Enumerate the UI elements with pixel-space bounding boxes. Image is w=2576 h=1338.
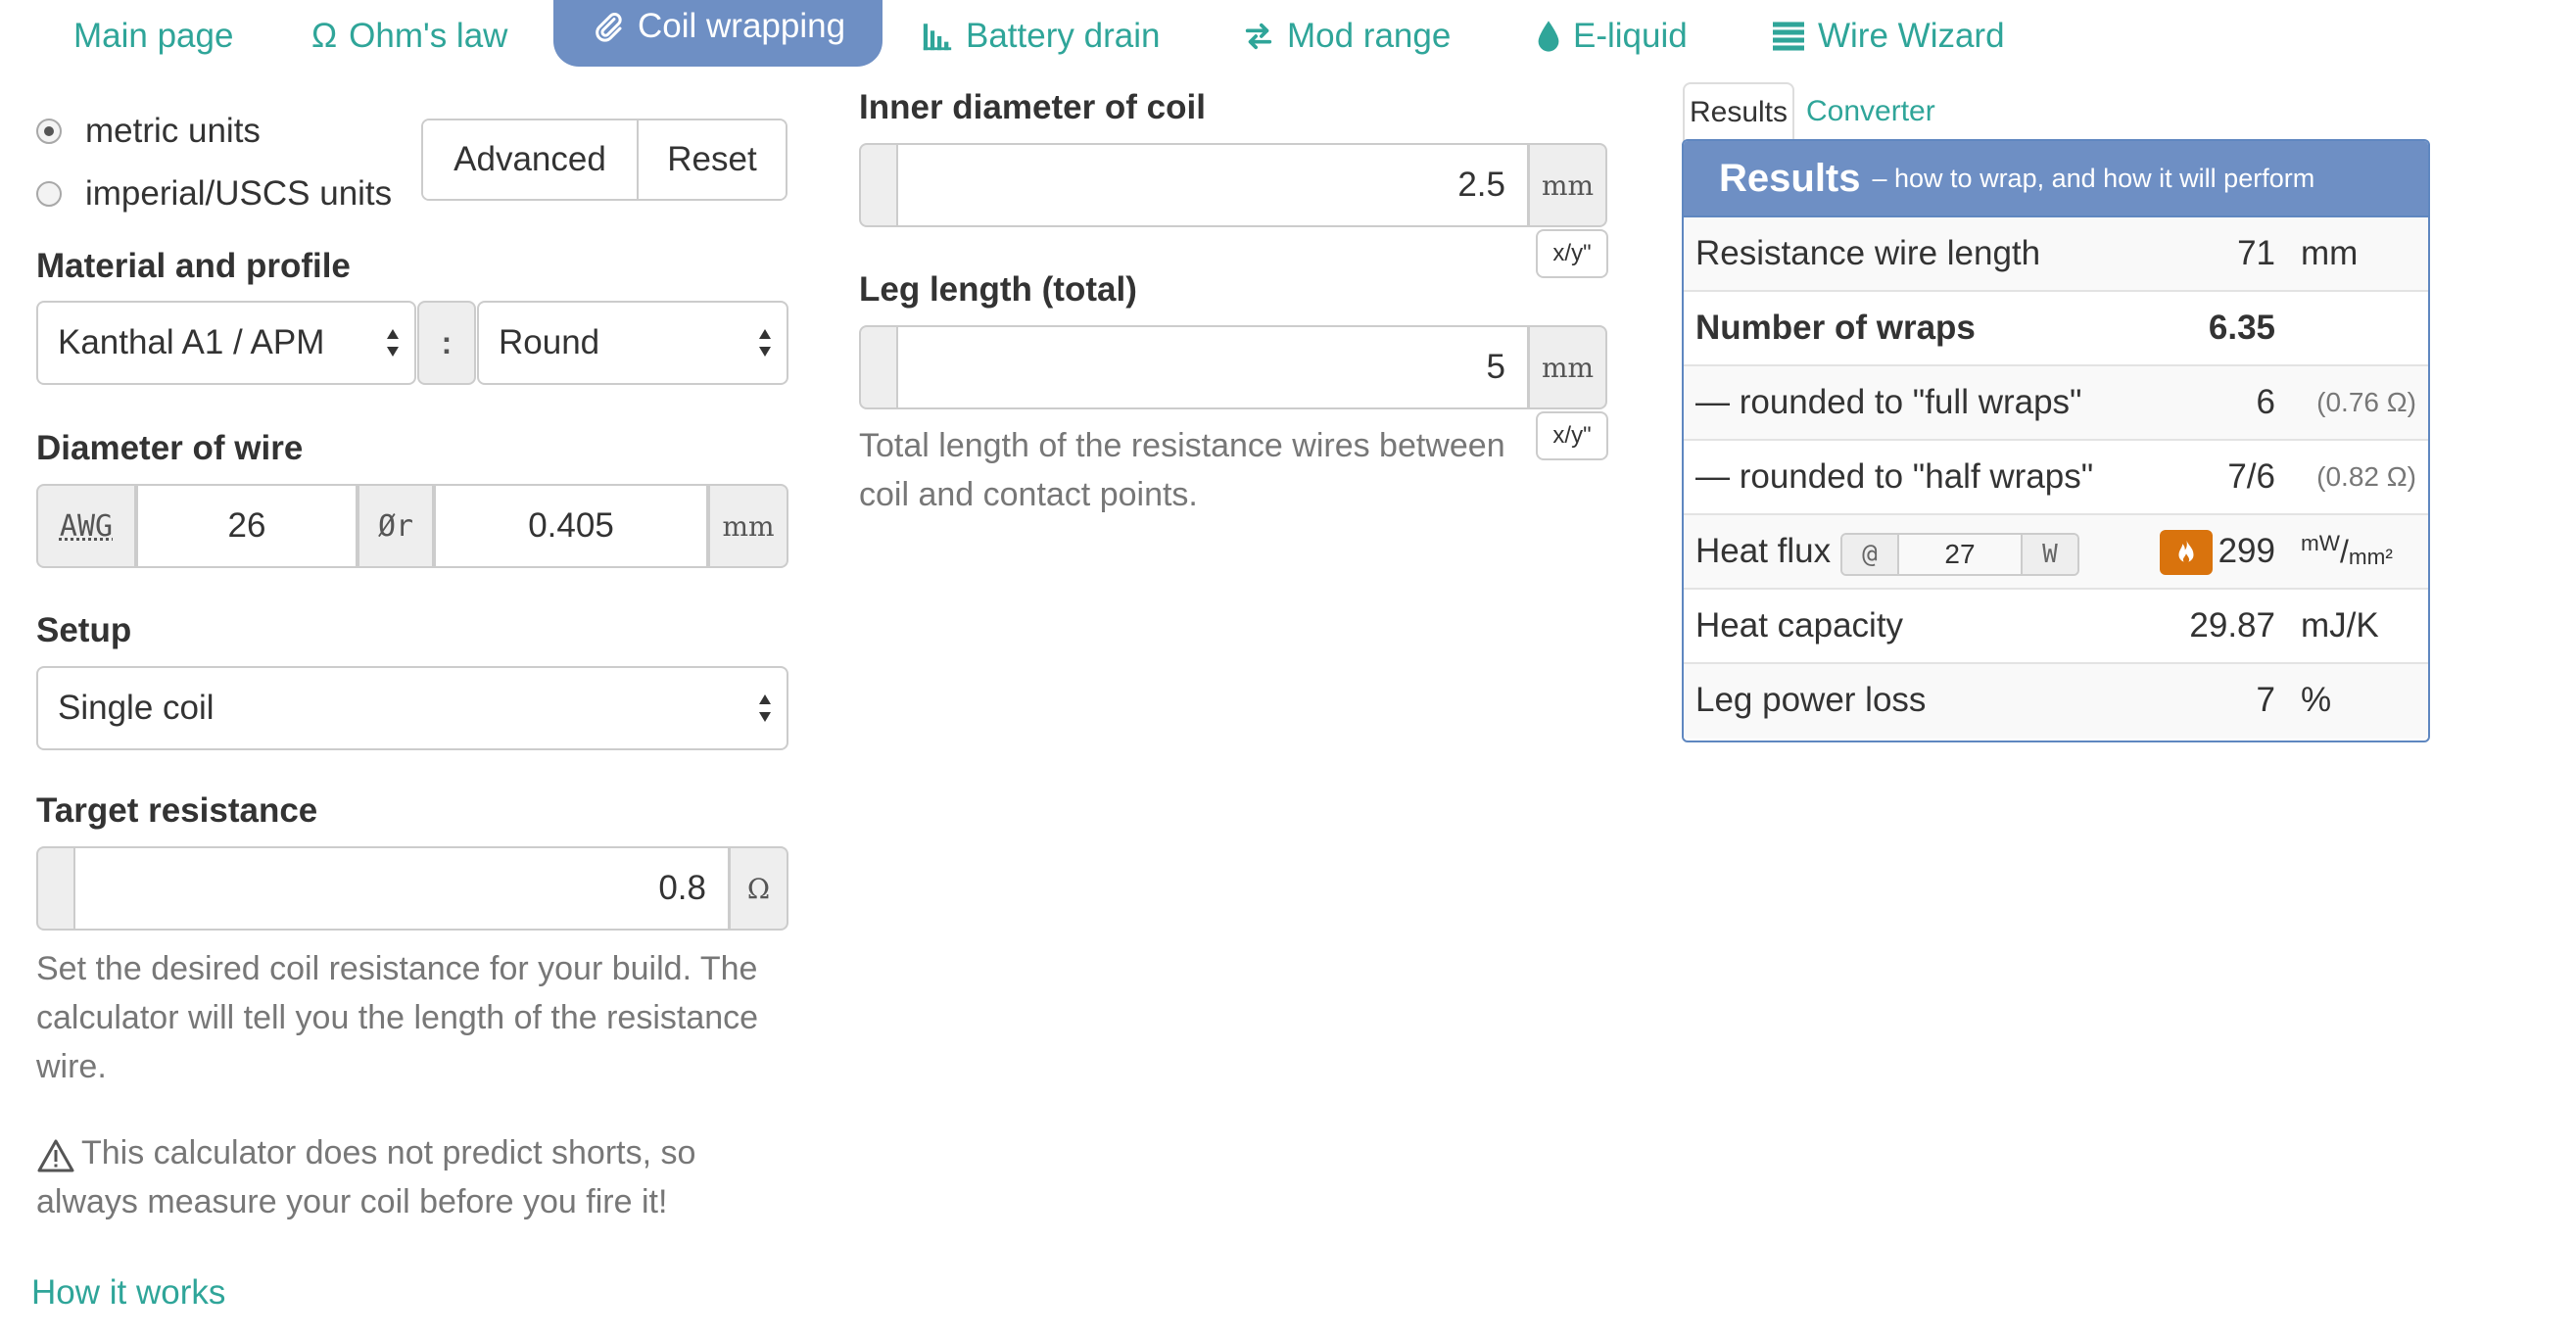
awg-addon: AWG — [36, 484, 136, 568]
paperclip-icon — [591, 9, 626, 44]
material-profile-separator: : — [417, 301, 476, 385]
result-row-heat-flux: Heat flux @ 27 W 299 mW / mm² — [1684, 515, 2428, 590]
leg-length-label: Leg length (total) — [859, 270, 1137, 309]
profile-select[interactable]: Round — [477, 301, 788, 385]
target-resistance-input[interactable]: 0.8 — [73, 846, 730, 931]
heat-flux-watts-group: @ 27 W — [1840, 533, 2079, 576]
heat-flux-watts-input[interactable]: 27 — [1897, 535, 2023, 574]
nav-ohms-law[interactable]: Ω Ohm's law — [311, 12, 507, 61]
at-addon: @ — [1842, 535, 1897, 574]
main-nav: Main page Ω Ohm's law Coil wrapping Batt… — [0, 0, 2576, 67]
setup-label: Setup — [36, 611, 132, 649]
nav-mod-range[interactable]: Mod range — [1242, 12, 1451, 61]
wire-diameter-mm-input[interactable]: 0.405 — [434, 484, 708, 568]
result-row-heat-capacity: Heat capacity 29.87 mJ/K — [1684, 590, 2428, 664]
how-it-works-link[interactable]: How it works — [31, 1273, 225, 1313]
heat-flux-unit: mW / mm² — [2301, 531, 2393, 569]
metric-radio[interactable] — [36, 119, 62, 144]
target-resistance-help: Set the desired coil resistance for your… — [36, 950, 759, 1085]
leg-length-unit: mm — [1528, 325, 1607, 409]
result-row-full-wraps: — rounded to "full wraps" 6 (0.76 Ω) — [1684, 366, 2428, 441]
list-icon — [1771, 21, 1806, 52]
swap-arrows-icon — [1242, 20, 1275, 53]
awg-input[interactable]: 26 — [136, 484, 358, 568]
diameter-symbol-addon: Ør — [358, 484, 434, 568]
setup-select[interactable]: Single coil — [36, 666, 788, 750]
inner-diameter-unit: mm — [1528, 143, 1607, 227]
material-select[interactable]: Kanthal A1 / APM — [36, 301, 416, 385]
imperial-radio[interactable] — [36, 181, 62, 207]
nav-wire-wizard[interactable]: Wire Wizard — [1771, 12, 2005, 61]
resistance-unit: Ω — [729, 846, 788, 931]
inner-diameter-input[interactable]: 2.5 — [896, 143, 1529, 227]
omega-icon: Ω — [311, 17, 338, 55]
leg-length-unit-toggle[interactable]: x/y" — [1536, 411, 1608, 460]
material-label: Material and profile — [36, 247, 351, 285]
result-row-half-wraps: — rounded to "half wraps" 7/6 (0.82 Ω) — [1684, 441, 2428, 515]
wire-diameter-unit: mm — [708, 484, 788, 568]
advanced-reset-group: Advanced Reset — [421, 119, 787, 201]
wire-diameter-label: Diameter of wire — [36, 429, 304, 467]
leg-length-slider-handle[interactable] — [859, 325, 898, 409]
leg-length-input[interactable]: 5 — [896, 325, 1529, 409]
advanced-button[interactable]: Advanced — [423, 120, 637, 199]
nav-e-liquid[interactable]: E-liquid — [1536, 12, 1688, 61]
flame-icon — [2160, 530, 2213, 575]
select-arrows-icon — [759, 329, 771, 357]
result-row-wire-length: Resistance wire length 71 mm — [1684, 217, 2428, 292]
results-panel: Results – how to wrap, and how it will p… — [1682, 139, 2430, 742]
tab-results[interactable]: Results — [1683, 82, 1794, 141]
result-row-number-of-wraps: Number of wraps 6.35 — [1684, 292, 2428, 366]
warning-triangle-icon — [37, 1139, 74, 1172]
nav-battery-drain[interactable]: Battery drain — [921, 12, 1160, 61]
leg-length-help: Total length of the resistance wires bet… — [859, 427, 1505, 513]
imperial-units-option[interactable]: imperial/USCS units — [36, 174, 392, 214]
drop-icon — [1536, 20, 1561, 53]
nav-coil-wrapping[interactable]: Coil wrapping — [553, 0, 883, 67]
bar-chart-icon — [921, 20, 954, 53]
tab-converter[interactable]: Converter — [1806, 82, 1935, 141]
inner-diameter-label: Inner diameter of coil — [859, 88, 1206, 126]
shorts-warning: This calculator does not predict shorts,… — [36, 1134, 696, 1220]
resistance-slider-handle[interactable] — [36, 846, 75, 931]
select-arrows-icon — [387, 329, 399, 357]
inner-diameter-slider-handle[interactable] — [859, 143, 898, 227]
reset-button[interactable]: Reset — [637, 120, 786, 199]
nav-main-page[interactable]: Main page — [73, 12, 233, 61]
result-row-leg-power-loss: Leg power loss 7 % — [1684, 664, 2428, 739]
results-header: Results – how to wrap, and how it will p… — [1684, 141, 2428, 217]
target-resistance-label: Target resistance — [36, 791, 318, 830]
select-arrows-icon — [759, 694, 771, 722]
metric-units-option[interactable]: metric units — [36, 112, 261, 151]
inner-diameter-unit-toggle[interactable]: x/y" — [1536, 229, 1608, 278]
watt-unit-addon: W — [2023, 535, 2077, 574]
